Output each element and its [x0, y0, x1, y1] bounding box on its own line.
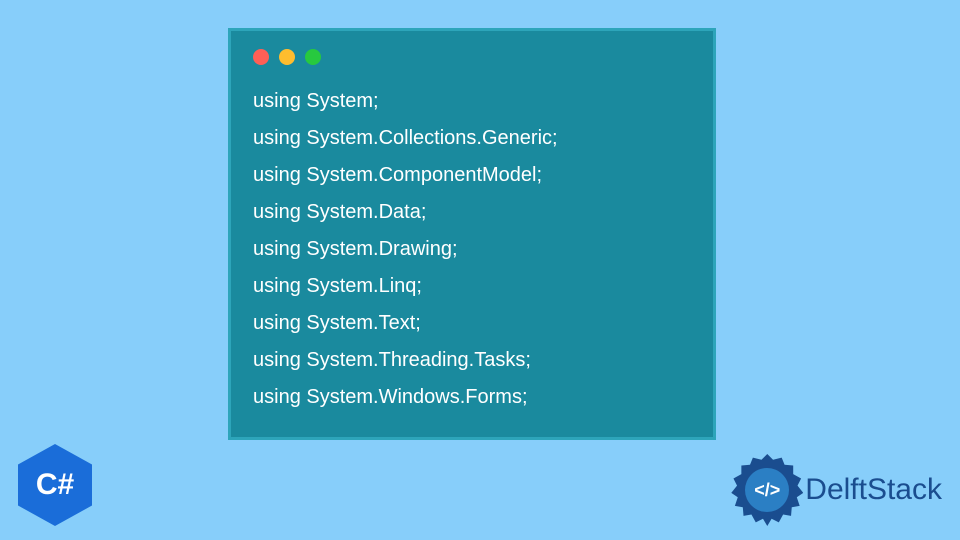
- code-line: using System.Windows.Forms;: [253, 379, 691, 416]
- code-line: using System.Drawing;: [253, 231, 691, 268]
- code-window: using System; using System.Collections.G…: [228, 28, 716, 440]
- code-line: using System.Data;: [253, 194, 691, 231]
- code-line: using System.Threading.Tasks;: [253, 342, 691, 379]
- code-line: using System.Collections.Generic;: [253, 120, 691, 157]
- hexagon-icon: C#: [18, 444, 92, 526]
- delftstack-logo: </> DelftStack: [731, 454, 942, 526]
- code-line: using System.Linq;: [253, 268, 691, 305]
- window-controls: [253, 49, 691, 65]
- maximize-icon: [305, 49, 321, 65]
- csharp-badge: C#: [18, 444, 92, 526]
- close-icon: [253, 49, 269, 65]
- gear-icon: </>: [731, 454, 803, 526]
- code-line: using System;: [253, 83, 691, 120]
- code-block: using System; using System.Collections.G…: [253, 83, 691, 416]
- code-line: using System.ComponentModel;: [253, 157, 691, 194]
- code-line: using System.Text;: [253, 305, 691, 342]
- minimize-icon: [279, 49, 295, 65]
- brand-name: DelftStack: [805, 473, 942, 507]
- code-brackets-icon: </>: [745, 468, 789, 512]
- csharp-label: C#: [36, 468, 74, 502]
